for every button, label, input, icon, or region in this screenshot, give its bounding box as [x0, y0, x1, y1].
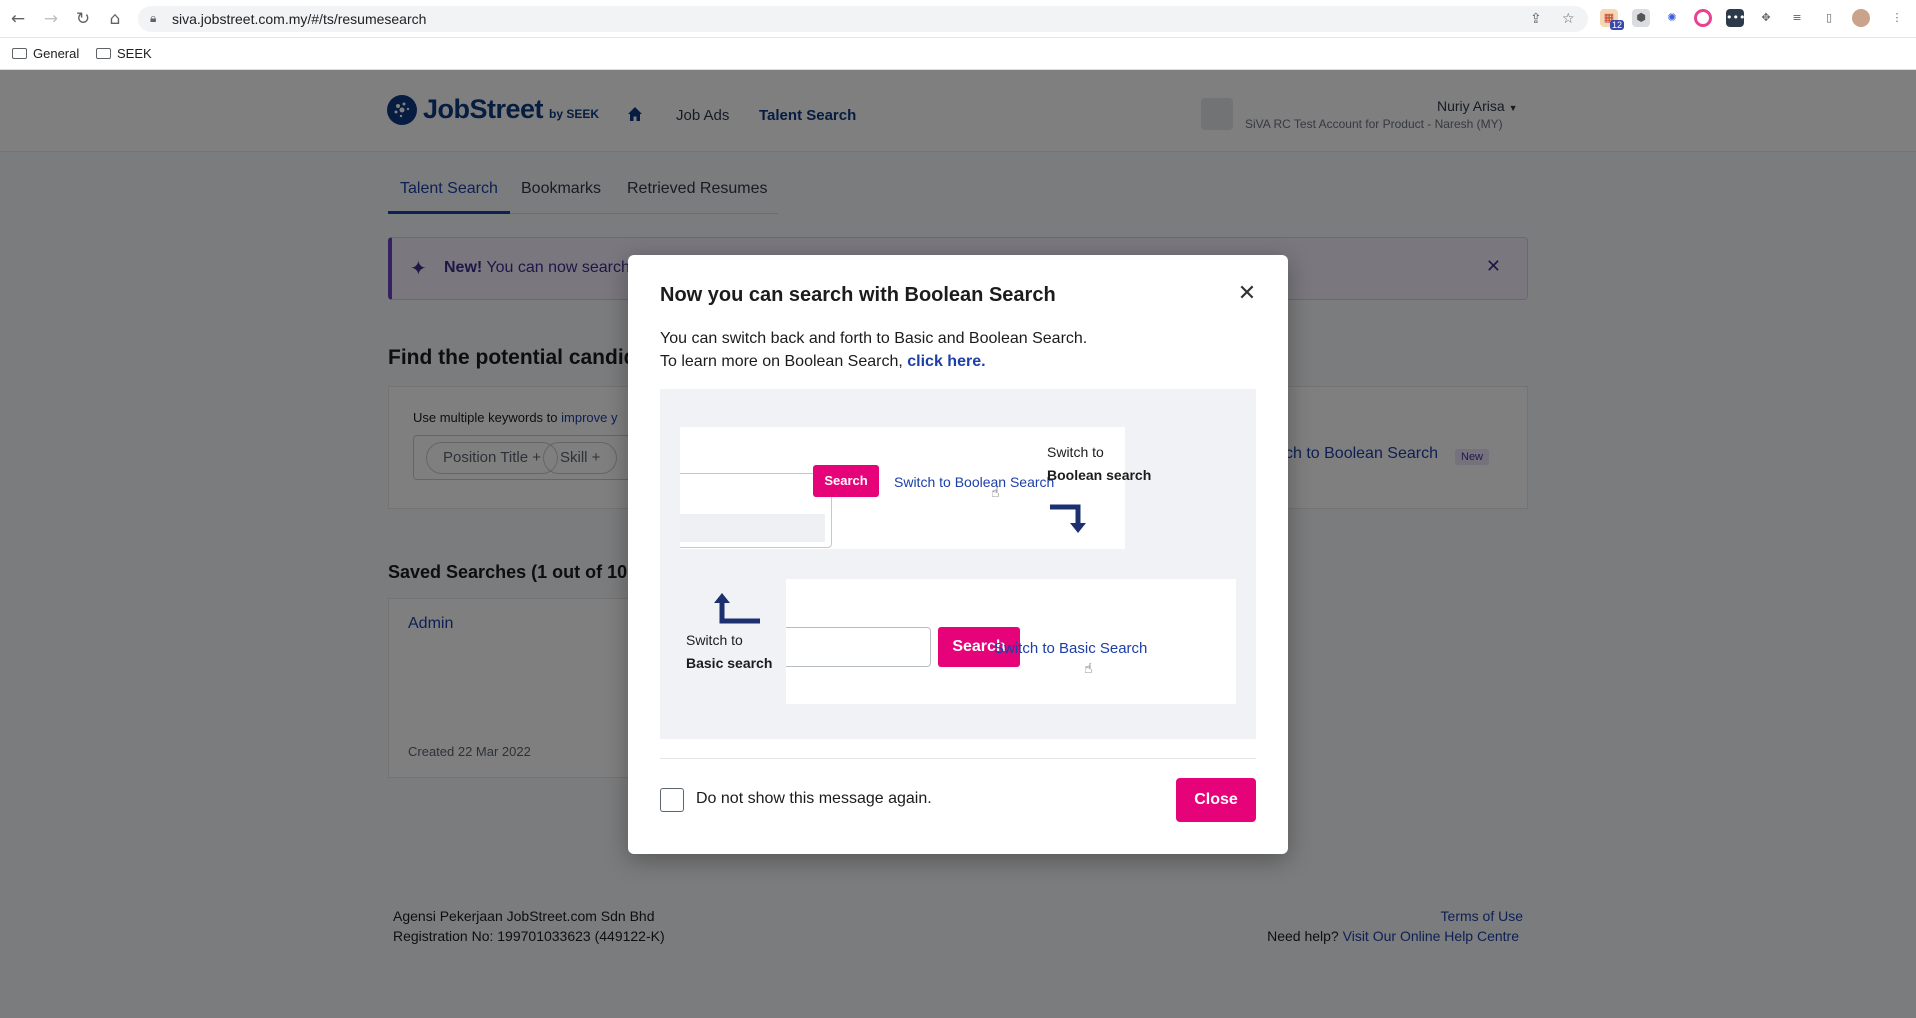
folder-icon [12, 48, 27, 59]
arrow-up-right-icon [714, 593, 760, 624]
puzzle-icon[interactable]: ✥ [1757, 9, 1775, 27]
illustration-search-button: Search [813, 465, 879, 497]
modal-learn-more: To learn more on Boolean Search, click h… [660, 353, 986, 371]
modal-title: Now you can search with Boolean Search [660, 284, 1056, 306]
illustration: Search Switch to Boolean Search ☝ Switch… [660, 389, 1256, 739]
browser-toolbar: ← → ↻ ⌂ 🔒︎ siva.jobstreet.com.my/#/ts/re… [0, 0, 1916, 38]
reading-list-icon[interactable]: ≡ [1788, 9, 1806, 27]
gear-extension-icon[interactable]: ✺ [1663, 9, 1681, 27]
pointer-cursor-icon: ☝ [1084, 661, 1093, 677]
learn-more-prefix: To learn more on Boolean Search, [660, 353, 908, 370]
input-suggestion-row [680, 514, 825, 542]
home-icon[interactable]: ⌂ [104, 8, 126, 30]
dont-show-label[interactable]: Do not show this message again. [696, 790, 932, 808]
folder-icon [96, 48, 111, 59]
side-panel-icon[interactable]: ▯ [1820, 9, 1838, 27]
url-text[interactable]: siva.jobstreet.com.my/#/ts/resumesearch [172, 11, 426, 27]
basic-search-label: Basic search [686, 655, 773, 671]
arrow-down-right-icon [1050, 504, 1086, 533]
modal-divider [660, 758, 1256, 759]
color-extension-icon[interactable] [1694, 9, 1712, 27]
bookmark-label: SEEK [117, 46, 152, 61]
lock-icon: 🔒︎ [150, 11, 157, 25]
modal-close-icon[interactable]: ✕ [1235, 282, 1259, 306]
reload-icon[interactable]: ↻ [72, 8, 94, 30]
dont-show-checkbox[interactable] [660, 788, 684, 812]
illustration-basic-input [680, 473, 832, 548]
boolean-search-modal: Now you can search with Boolean Search ✕… [628, 255, 1288, 854]
pointer-cursor-icon: ☝ [991, 485, 1000, 501]
back-icon[interactable]: ← [7, 8, 29, 30]
switch-to-text: Switch to [1047, 444, 1104, 460]
illustration-boolean-input [786, 627, 931, 667]
illustration-boolean-panel: Search Switch to Basic Search ☝ [786, 579, 1236, 704]
bookmark-folder-seek[interactable]: SEEK [96, 46, 152, 61]
extension-badge: 12 [1610, 20, 1625, 30]
modal-close-button[interactable]: Close [1176, 778, 1256, 822]
illustration-switch-to-boolean-label: Switch to Boolean search [1047, 441, 1151, 487]
address-bar[interactable]: 🔒︎ siva.jobstreet.com.my/#/ts/resumesear… [138, 6, 1588, 32]
dots-extension-icon[interactable]: ••• [1726, 9, 1745, 27]
menu-kebab-icon[interactable]: ⋮ [1888, 9, 1906, 27]
boolean-search-label: Boolean search [1047, 467, 1152, 483]
illustration-switch-boolean: Switch to Boolean Search [894, 474, 1055, 490]
modal-description: You can switch back and forth to Basic a… [660, 330, 1088, 347]
adblock-icon[interactable]: ⬢ [1632, 9, 1650, 27]
star-icon[interactable]: ☆ [1562, 11, 1575, 27]
illustration-switch-to-basic-label: Switch to Basic search [686, 629, 772, 675]
bookmark-folder-general[interactable]: General [12, 46, 79, 61]
illustration-switch-basic: Switch to Basic Search [994, 640, 1148, 657]
switch-to-text: Switch to [686, 632, 743, 648]
bookmarks-bar: General SEEK [0, 38, 1916, 70]
bookmark-label: General [33, 46, 80, 61]
share-icon[interactable]: ⇪ [1530, 11, 1542, 27]
forward-icon[interactable]: → [40, 8, 62, 30]
profile-avatar-icon[interactable] [1852, 9, 1870, 27]
click-here-link[interactable]: click here. [907, 353, 985, 370]
